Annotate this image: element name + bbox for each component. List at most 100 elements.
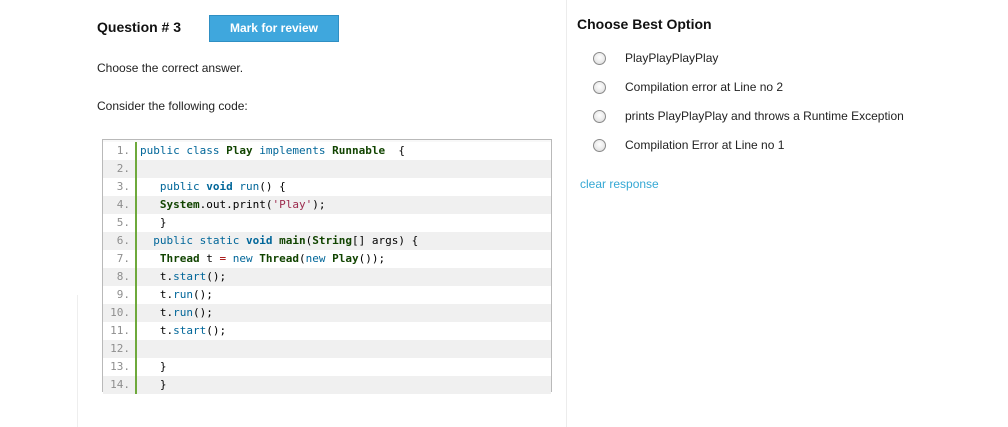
code-token: t.	[140, 288, 174, 301]
option-1-label[interactable]: PlayPlayPlayPlay	[625, 51, 718, 65]
code-text: t.run();	[140, 286, 213, 304]
code-token: Play	[332, 252, 359, 265]
code-line: 11. t.start();	[103, 322, 551, 340]
code-token: .out.print(	[199, 198, 273, 211]
code-line: 12.	[103, 340, 551, 358]
code-token: void	[245, 234, 280, 247]
code-text: t.start();	[140, 322, 226, 340]
code-line: 10. t.run();	[103, 304, 551, 322]
code-line: 3. public void run() {	[103, 178, 551, 196]
code-line: 1. public class Play implements Runnable …	[103, 142, 551, 160]
line-number: 11.	[103, 322, 137, 340]
code-line: 2.	[103, 160, 551, 178]
code-token: public	[159, 180, 207, 193]
code-text: }	[140, 358, 167, 376]
code-token: run	[173, 306, 193, 319]
code-token: static	[199, 234, 246, 247]
panel-divider	[566, 0, 567, 427]
line-number: 6.	[103, 232, 137, 250]
code-token: t.	[140, 270, 174, 283]
code-token: run	[239, 180, 260, 193]
code-token: ();	[193, 306, 213, 319]
code-token: [] args) {	[351, 234, 419, 247]
code-token: class	[186, 144, 227, 157]
code-line: 6. public static void main(String[] args…	[103, 232, 551, 250]
code-line: 8. t.start();	[103, 268, 551, 286]
code-token: public	[153, 234, 200, 247]
code-token: ();	[206, 270, 227, 283]
code-token: start	[173, 270, 207, 283]
code-token: implements	[259, 144, 333, 157]
code-text: public class Play implements Runnable {	[140, 142, 405, 160]
code-token: Thread	[259, 252, 299, 265]
code-token: new	[232, 252, 260, 265]
options-title: Choose Best Option	[577, 16, 712, 32]
question-number: Question # 3	[97, 19, 182, 35]
question-instruction: Choose the correct answer.	[97, 61, 244, 75]
option-3-label[interactable]: prints PlayPlayPlay and throws a Runtime…	[625, 109, 904, 123]
option-1-radio[interactable]	[593, 52, 606, 65]
line-number: 3.	[103, 178, 137, 196]
code-token: {	[385, 144, 405, 157]
code-token: t.	[140, 306, 174, 319]
option-2-label[interactable]: Compilation error at Line no 2	[625, 80, 783, 94]
line-number: 10.	[103, 304, 137, 322]
code-token: run	[173, 288, 193, 301]
line-number: 2.	[103, 160, 137, 178]
code-token: (	[298, 252, 306, 265]
code-text: t.run();	[140, 304, 213, 322]
code-line: 5. }	[103, 214, 551, 232]
code-block: 1. public class Play implements Runnable …	[102, 139, 552, 394]
line-number: 14.	[103, 376, 137, 394]
code-token: }	[140, 360, 167, 373]
line-number: 4.	[103, 196, 137, 214]
code-token: Runnable	[332, 144, 386, 157]
code-text: public static void main(String[] args) {	[140, 232, 418, 250]
code-token: public	[140, 144, 187, 157]
question-prompt: Consider the following code:	[97, 99, 248, 113]
code-text: Thread t = new Thread(new Play());	[140, 250, 385, 268]
code-line: 4. System.out.print('Play');	[103, 196, 551, 214]
code-line: 14. }	[103, 376, 551, 394]
line-number: 7.	[103, 250, 137, 268]
code-token: ();	[206, 324, 227, 337]
option-4-radio[interactable]	[593, 139, 606, 152]
code-line: 9. t.run();	[103, 286, 551, 304]
code-token: );	[312, 198, 326, 211]
code-token: Thread	[159, 252, 207, 265]
code-token: }	[140, 216, 167, 229]
code-line: 13. }	[103, 358, 551, 376]
code-token: =	[219, 252, 233, 265]
code-token: new	[305, 252, 333, 265]
line-number: 13.	[103, 358, 137, 376]
code-token: String	[312, 234, 352, 247]
code-text: }	[140, 214, 167, 232]
code-token: start	[173, 324, 207, 337]
code-token: () {	[259, 180, 286, 193]
line-number: 12.	[103, 340, 137, 358]
code-token: ());	[358, 252, 386, 265]
clear-response-link[interactable]: clear response	[580, 177, 659, 191]
code-line: 7. Thread t = new Thread(new Play());	[103, 250, 551, 268]
code-token: ();	[193, 288, 213, 301]
code-token: t.	[140, 324, 174, 337]
code-token: Play	[226, 144, 260, 157]
code-text: public void run() {	[140, 178, 286, 196]
option-3-radio[interactable]	[593, 110, 606, 123]
code-token: void	[206, 180, 240, 193]
option-4-label[interactable]: Compilation Error at Line no 1	[625, 138, 784, 152]
line-number: 9.	[103, 286, 137, 304]
option-2-radio[interactable]	[593, 81, 606, 94]
code-text: t.start();	[140, 268, 226, 286]
code-token: t	[206, 252, 220, 265]
mark-for-review-button[interactable]: Mark for review	[209, 15, 339, 42]
code-text: System.out.print('Play');	[140, 196, 326, 214]
code-token: }	[140, 378, 167, 391]
left-border-line	[77, 295, 78, 427]
line-number: 5.	[103, 214, 137, 232]
line-number: 1.	[103, 142, 137, 160]
code-token: 'Play'	[272, 198, 313, 211]
